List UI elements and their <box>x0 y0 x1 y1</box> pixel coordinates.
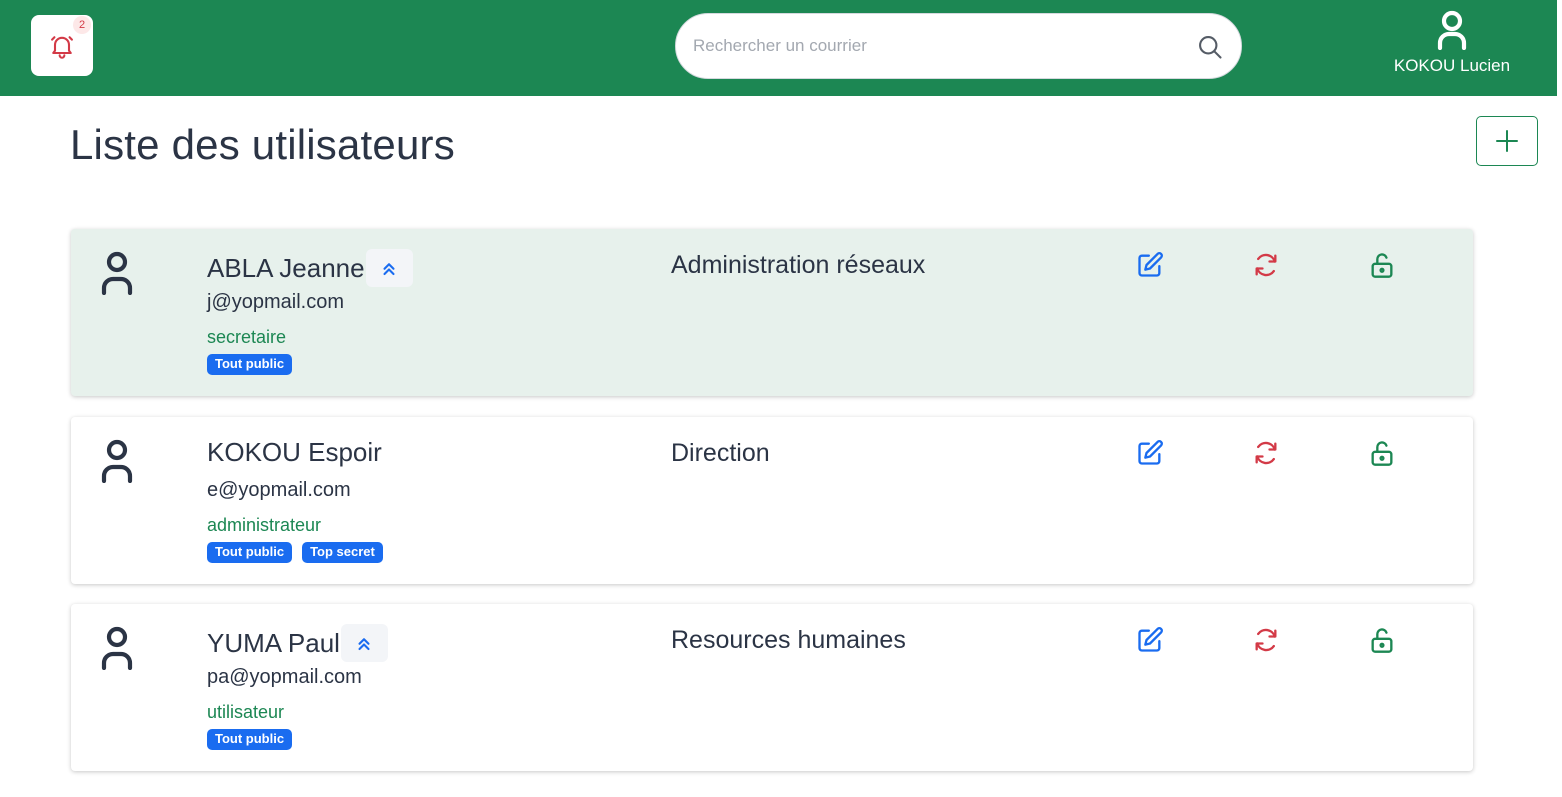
user-avatar-icon <box>101 439 133 483</box>
double-chevron-up-icon <box>358 638 371 651</box>
search-input[interactable] <box>693 14 1183 78</box>
user-name-row: ABLA Jeanne <box>207 249 413 287</box>
user-role: secretaire <box>207 327 287 347</box>
bell-icon <box>51 35 73 59</box>
user-badges: Tout public Top secret <box>207 542 383 563</box>
user-card: YUMA Paul pa@yopmail.com utilisateur Tou… <box>71 604 1473 771</box>
user-name: KOKOU Espoir <box>207 437 382 467</box>
search-icon[interactable] <box>1196 33 1224 61</box>
unlock-icon[interactable] <box>1368 439 1396 467</box>
user-profile-menu[interactable]: KOKOU Lucien <box>1382 10 1522 84</box>
user-card: KOKOU Espoir e@yopmail.com administrateu… <box>71 417 1473 584</box>
clearance-badge: Tout public <box>207 354 293 375</box>
edit-icon[interactable] <box>1136 626 1164 654</box>
search-bar <box>675 13 1242 79</box>
refresh-icon[interactable] <box>1252 251 1280 279</box>
user-role: administrateur <box>207 515 322 535</box>
user-badges: Tout public <box>207 729 293 750</box>
edit-icon[interactable] <box>1136 251 1164 279</box>
edit-icon[interactable] <box>1136 439 1164 467</box>
user-name: ABLA Jeanne <box>207 252 365 283</box>
user-badges: Tout public <box>207 354 293 375</box>
promote-button[interactable] <box>340 624 388 662</box>
user-name-row: KOKOU Espoir <box>207 437 382 468</box>
clearance-badge: Tout public <box>207 542 293 563</box>
notification-count-badge: 2 <box>73 16 91 34</box>
user-card: ABLA Jeanne j@yopmail.com secretaire Tou… <box>71 229 1473 396</box>
add-user-button[interactable] <box>1476 116 1538 166</box>
user-role: utilisateur <box>207 702 285 722</box>
plus-icon <box>1496 130 1518 152</box>
double-chevron-up-icon <box>383 263 395 276</box>
user-department: Direction <box>671 439 770 467</box>
user-email: pa@yopmail.com <box>207 666 362 688</box>
user-email: j@yopmail.com <box>207 291 345 313</box>
page-title: Liste des utilisateurs <box>70 121 455 168</box>
refresh-icon[interactable] <box>1252 626 1280 654</box>
user-department: Resources humaines <box>671 626 906 654</box>
promote-button[interactable] <box>365 249 413 287</box>
refresh-icon[interactable] <box>1252 439 1280 467</box>
unlock-icon[interactable] <box>1368 626 1396 654</box>
top-navigation-bar: 2 KOKOU Lucien <box>0 0 1557 96</box>
user-avatar-icon <box>101 251 133 295</box>
clearance-badge: Top secret <box>302 542 383 563</box>
user-name: YUMA Paul <box>207 627 340 658</box>
clearance-badge: Tout public <box>207 729 293 750</box>
user-icon <box>1437 10 1467 50</box>
user-name-row: YUMA Paul <box>207 624 388 662</box>
notification-button[interactable]: 2 <box>31 15 93 76</box>
unlock-icon[interactable] <box>1368 251 1396 279</box>
user-name: KOKOU Lucien <box>1393 56 1511 75</box>
user-avatar-icon <box>101 626 133 670</box>
user-email: e@yopmail.com <box>207 479 351 501</box>
user-department: Administration réseaux <box>671 251 926 279</box>
